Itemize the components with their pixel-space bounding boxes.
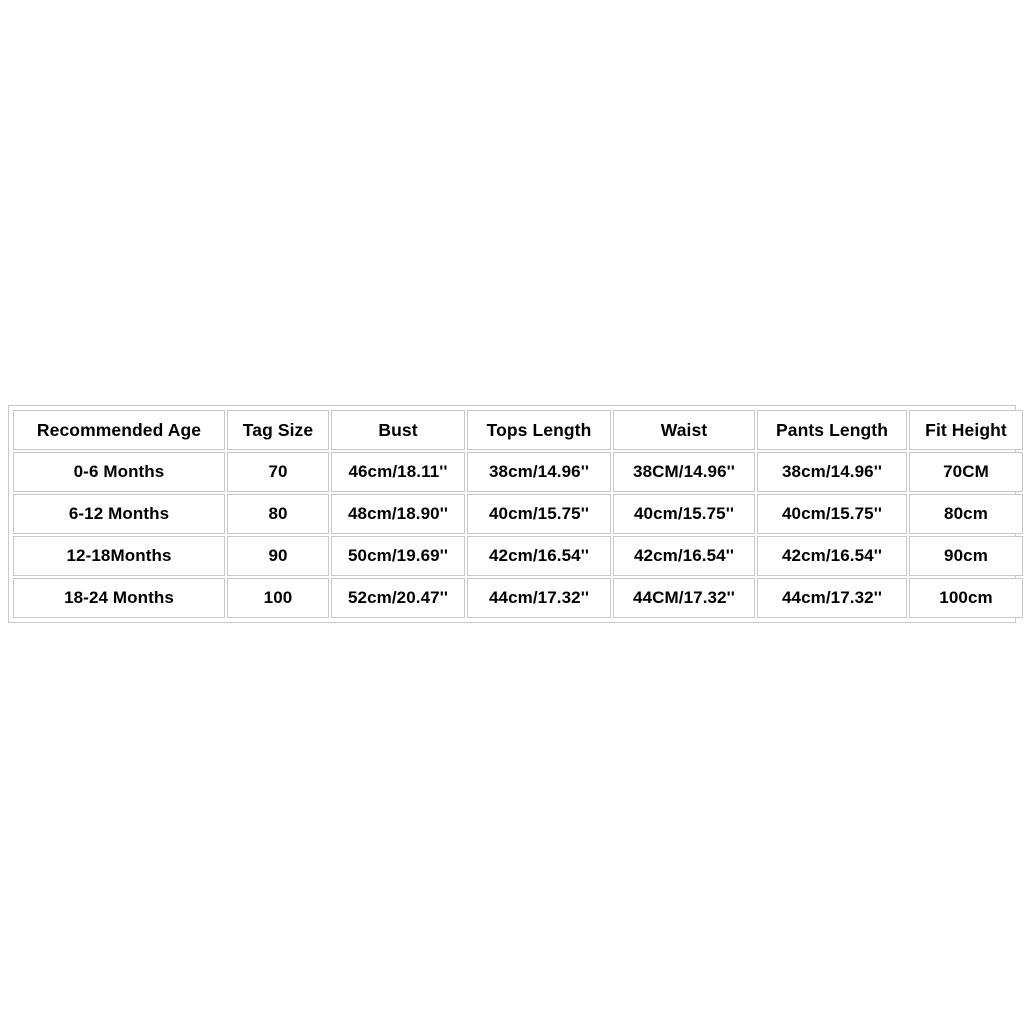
cell-pants-length: 44cm/17.32'' bbox=[757, 578, 907, 618]
cell-waist: 44CM/17.32'' bbox=[613, 578, 755, 618]
cell-pants-length: 42cm/16.54'' bbox=[757, 536, 907, 576]
cell-tag-size: 100 bbox=[227, 578, 329, 618]
cell-tops-length: 42cm/16.54'' bbox=[467, 536, 611, 576]
cell-tag-size: 90 bbox=[227, 536, 329, 576]
column-header-waist: Waist bbox=[613, 410, 755, 450]
column-header-pants-length: Pants Length bbox=[757, 410, 907, 450]
cell-fit-height: 100cm bbox=[909, 578, 1023, 618]
cell-tops-length: 38cm/14.96'' bbox=[467, 452, 611, 492]
column-header-tops-length: Tops Length bbox=[467, 410, 611, 450]
cell-bust: 50cm/19.69'' bbox=[331, 536, 465, 576]
cell-tops-length: 44cm/17.32'' bbox=[467, 578, 611, 618]
cell-tops-length: 40cm/15.75'' bbox=[467, 494, 611, 534]
table-row: 6-12 Months 80 48cm/18.90'' 40cm/15.75''… bbox=[13, 494, 1023, 534]
size-chart-table-frame: Recommended Age Tag Size Bust Tops Lengt… bbox=[8, 405, 1023, 623]
cell-tag-size: 80 bbox=[227, 494, 329, 534]
cell-bust: 48cm/18.90'' bbox=[331, 494, 465, 534]
cell-bust: 52cm/20.47'' bbox=[331, 578, 465, 618]
column-header-recommended-age: Recommended Age bbox=[13, 410, 225, 450]
cell-waist: 40cm/15.75'' bbox=[613, 494, 755, 534]
cell-bust: 46cm/18.11'' bbox=[331, 452, 465, 492]
size-chart-table: Recommended Age Tag Size Bust Tops Lengt… bbox=[11, 408, 1024, 620]
column-header-bust: Bust bbox=[331, 410, 465, 450]
cell-recommended-age: 12-18Months bbox=[13, 536, 225, 576]
table-row: 0-6 Months 70 46cm/18.11'' 38cm/14.96'' … bbox=[13, 452, 1023, 492]
table-header-row: Recommended Age Tag Size Bust Tops Lengt… bbox=[13, 410, 1023, 450]
cell-fit-height: 90cm bbox=[909, 536, 1023, 576]
cell-recommended-age: 6-12 Months bbox=[13, 494, 225, 534]
table-row: 18-24 Months 100 52cm/20.47'' 44cm/17.32… bbox=[13, 578, 1023, 618]
cell-fit-height: 80cm bbox=[909, 494, 1023, 534]
table-row: 12-18Months 90 50cm/19.69'' 42cm/16.54''… bbox=[13, 536, 1023, 576]
cell-waist: 38CM/14.96'' bbox=[613, 452, 755, 492]
cell-waist: 42cm/16.54'' bbox=[613, 536, 755, 576]
column-header-tag-size: Tag Size bbox=[227, 410, 329, 450]
cell-fit-height: 70CM bbox=[909, 452, 1023, 492]
cell-recommended-age: 0-6 Months bbox=[13, 452, 225, 492]
cell-pants-length: 38cm/14.96'' bbox=[757, 452, 907, 492]
cell-tag-size: 70 bbox=[227, 452, 329, 492]
column-header-fit-height: Fit Height bbox=[909, 410, 1023, 450]
cell-pants-length: 40cm/15.75'' bbox=[757, 494, 907, 534]
cell-recommended-age: 18-24 Months bbox=[13, 578, 225, 618]
